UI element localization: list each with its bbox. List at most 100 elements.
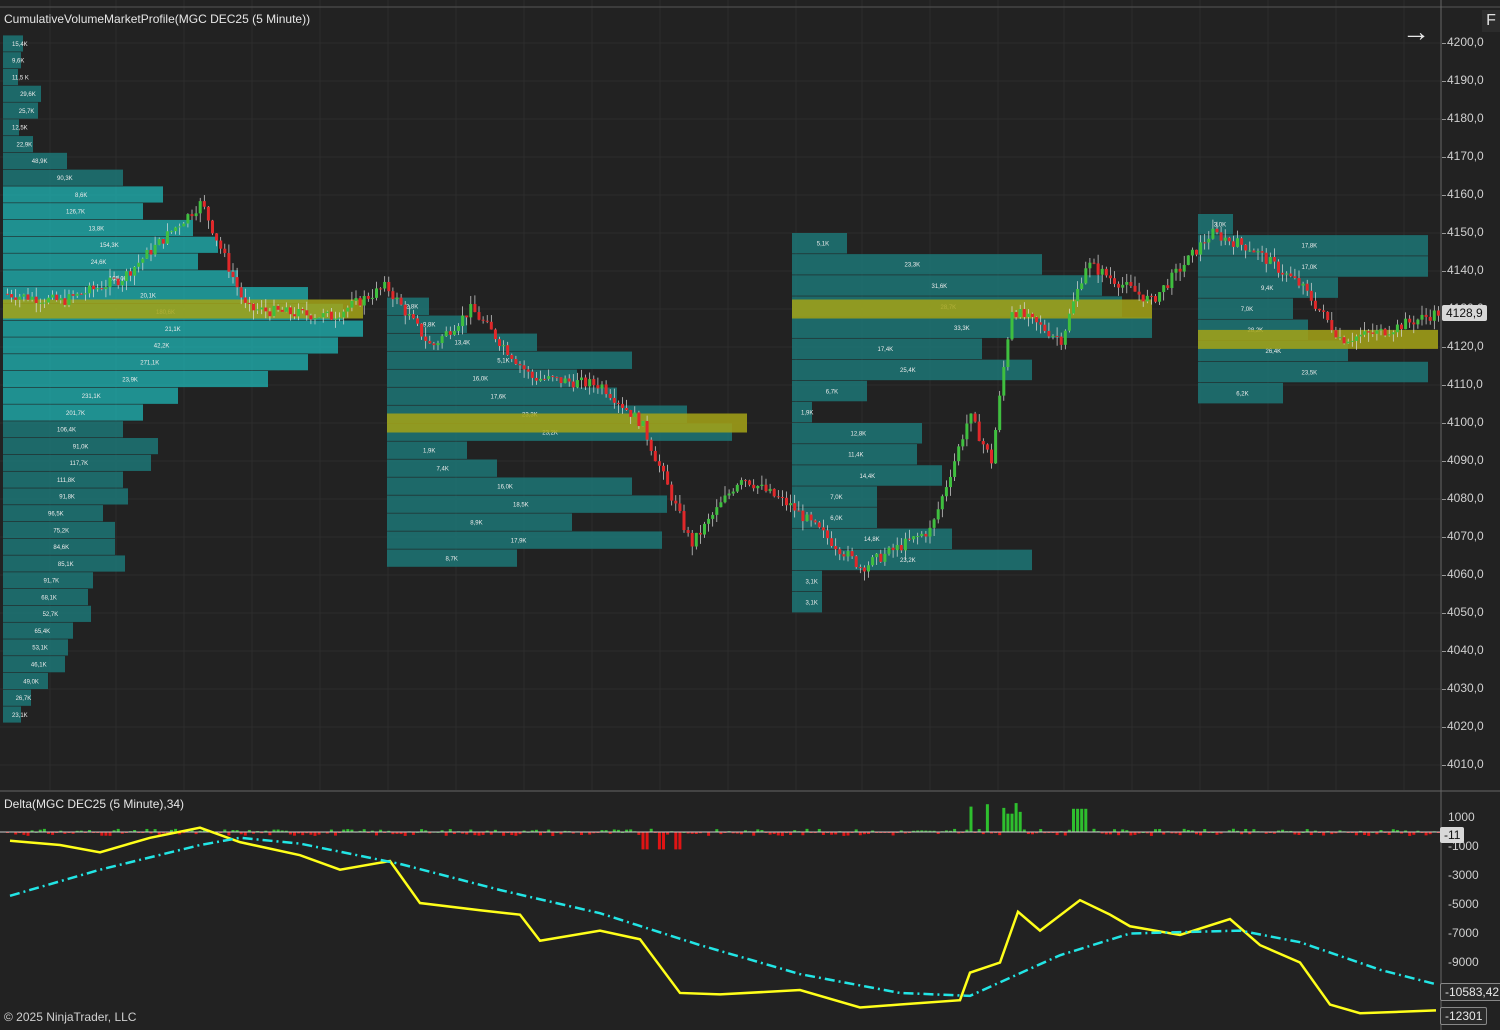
profile-volume-label: 1,9K xyxy=(423,448,435,454)
candle-bull xyxy=(1018,309,1022,318)
candle-bull xyxy=(871,557,875,566)
candle-bear xyxy=(543,378,547,380)
candle-bear xyxy=(682,511,686,531)
candle-bear xyxy=(973,413,977,422)
candle-bear xyxy=(485,320,489,322)
candle-bull xyxy=(88,285,91,294)
candle-bear xyxy=(309,315,313,320)
candle-bear xyxy=(1108,275,1112,279)
candle-bull xyxy=(920,533,924,536)
profile-volume-label: 3,1K xyxy=(806,600,818,606)
candle-bull xyxy=(756,485,760,489)
candle-bear xyxy=(280,309,284,312)
candle-bull xyxy=(317,317,321,319)
candle-bear xyxy=(821,527,825,531)
candle-bear xyxy=(653,450,657,462)
candle-bear xyxy=(678,503,682,512)
price-chart[interactable]: 15,4K 9,6K 11,5 K 29,6K 25,7K 12,5K 22,9K 48,9K… xyxy=(0,0,1500,1030)
chart-window[interactable]: 15,4K 9,6K 11,5 K 29,6K 25,7K 12,5K 22,9K 48,9K… xyxy=(0,0,1500,1030)
candle-bull xyxy=(338,317,342,319)
candle-bear xyxy=(448,331,452,335)
candle-bear xyxy=(1133,285,1137,292)
candle-bear xyxy=(149,249,153,255)
candle-bear xyxy=(854,556,858,568)
profile-volume-label: 8,7K xyxy=(446,556,458,562)
candle-bear xyxy=(1400,324,1403,330)
candle-bull xyxy=(346,307,350,312)
candle-bull xyxy=(157,239,161,245)
candle-bear xyxy=(424,336,428,341)
candle-bear xyxy=(772,488,776,497)
delta-bar-up xyxy=(1006,813,1010,832)
price-axis[interactable]: 4200,0 4190,0 4180,0 4170,0 4160,0 4150,0 4140… xyxy=(1442,0,1500,790)
price-axis-tick xyxy=(1442,385,1446,386)
candle-bear xyxy=(227,253,231,272)
profile-volume-label: 85,1K xyxy=(58,562,74,568)
candle-bear xyxy=(764,484,768,492)
candle-bear xyxy=(744,480,747,482)
candle-bull xyxy=(452,330,456,335)
price-axis-tick xyxy=(1442,119,1446,120)
candle-bear xyxy=(1244,244,1248,251)
profile-volume-label: 26,7K xyxy=(16,696,32,702)
right-arrow-icon[interactable]: → xyxy=(1402,18,1430,46)
delta-bar-down xyxy=(1367,832,1371,836)
candle-bull xyxy=(256,309,260,311)
price-axis-label: 4070,0 xyxy=(1447,529,1484,543)
candle-bull xyxy=(916,535,920,537)
candle-bull xyxy=(694,532,698,547)
price-axis-tick xyxy=(1442,765,1446,766)
price-axis-label: 4180,0 xyxy=(1447,111,1484,125)
candle-bull xyxy=(580,377,583,381)
candle-bull xyxy=(739,480,743,485)
candle-bull xyxy=(1186,255,1190,265)
price-axis-label: 4100,0 xyxy=(1447,415,1484,429)
profile-volume-label: 17,0K xyxy=(1302,265,1318,271)
delta-panel-title: Delta(MGC DEC25 (5 Minute),34) xyxy=(4,797,185,811)
candle-bear xyxy=(473,304,477,313)
candle-bear xyxy=(1252,250,1256,253)
candle-bear xyxy=(530,371,534,378)
candle-bear xyxy=(858,567,862,569)
profile-volume-label: 2,8K xyxy=(406,305,418,311)
candle-bear xyxy=(850,551,854,557)
candle-bear xyxy=(1141,294,1145,302)
candle-bear xyxy=(264,307,268,312)
candle-bull xyxy=(457,326,460,331)
candle-bear xyxy=(276,305,280,310)
profile-volume-label: 13,4K xyxy=(455,341,471,347)
candle-bull xyxy=(895,545,899,551)
candle-bull xyxy=(715,507,719,515)
candle-bull xyxy=(47,297,50,303)
delta-bar-down xyxy=(780,832,784,836)
poc-highlight xyxy=(387,413,747,433)
delta-axis-label: -5000 xyxy=(1448,896,1479,911)
candle-bull xyxy=(887,547,891,554)
candle-bear xyxy=(211,220,214,234)
price-panel-title: CumulativeVolumeMarketProfile(MGC DEC25 … xyxy=(4,12,311,26)
candle-bear xyxy=(674,500,678,504)
profile-volume-label: 20,1K xyxy=(140,293,156,299)
candle-bear xyxy=(26,294,30,300)
delta-bar-down xyxy=(477,832,481,836)
candle-bull xyxy=(723,495,727,503)
candle-bull xyxy=(928,527,932,537)
candle-bear xyxy=(1043,324,1047,331)
candle-bear xyxy=(481,319,485,321)
candle-bull xyxy=(961,439,965,447)
candle-bull xyxy=(547,376,551,379)
candle-bear xyxy=(1272,257,1276,262)
delta-bar-down xyxy=(776,832,780,836)
delta-bar-down xyxy=(662,832,665,850)
candle-bull xyxy=(313,317,317,320)
profile-volume-label: 49,0K xyxy=(23,679,39,685)
candle-bear xyxy=(657,461,661,466)
delta-bar-up xyxy=(1010,813,1014,832)
candle-bear xyxy=(698,532,702,535)
candle-bull xyxy=(75,293,79,296)
candle-bear xyxy=(416,318,419,324)
candle-bear xyxy=(403,304,407,316)
profile-volume-label: 231,1K xyxy=(82,394,101,400)
candle-bear xyxy=(411,314,415,319)
delta-bar-down xyxy=(26,832,30,836)
